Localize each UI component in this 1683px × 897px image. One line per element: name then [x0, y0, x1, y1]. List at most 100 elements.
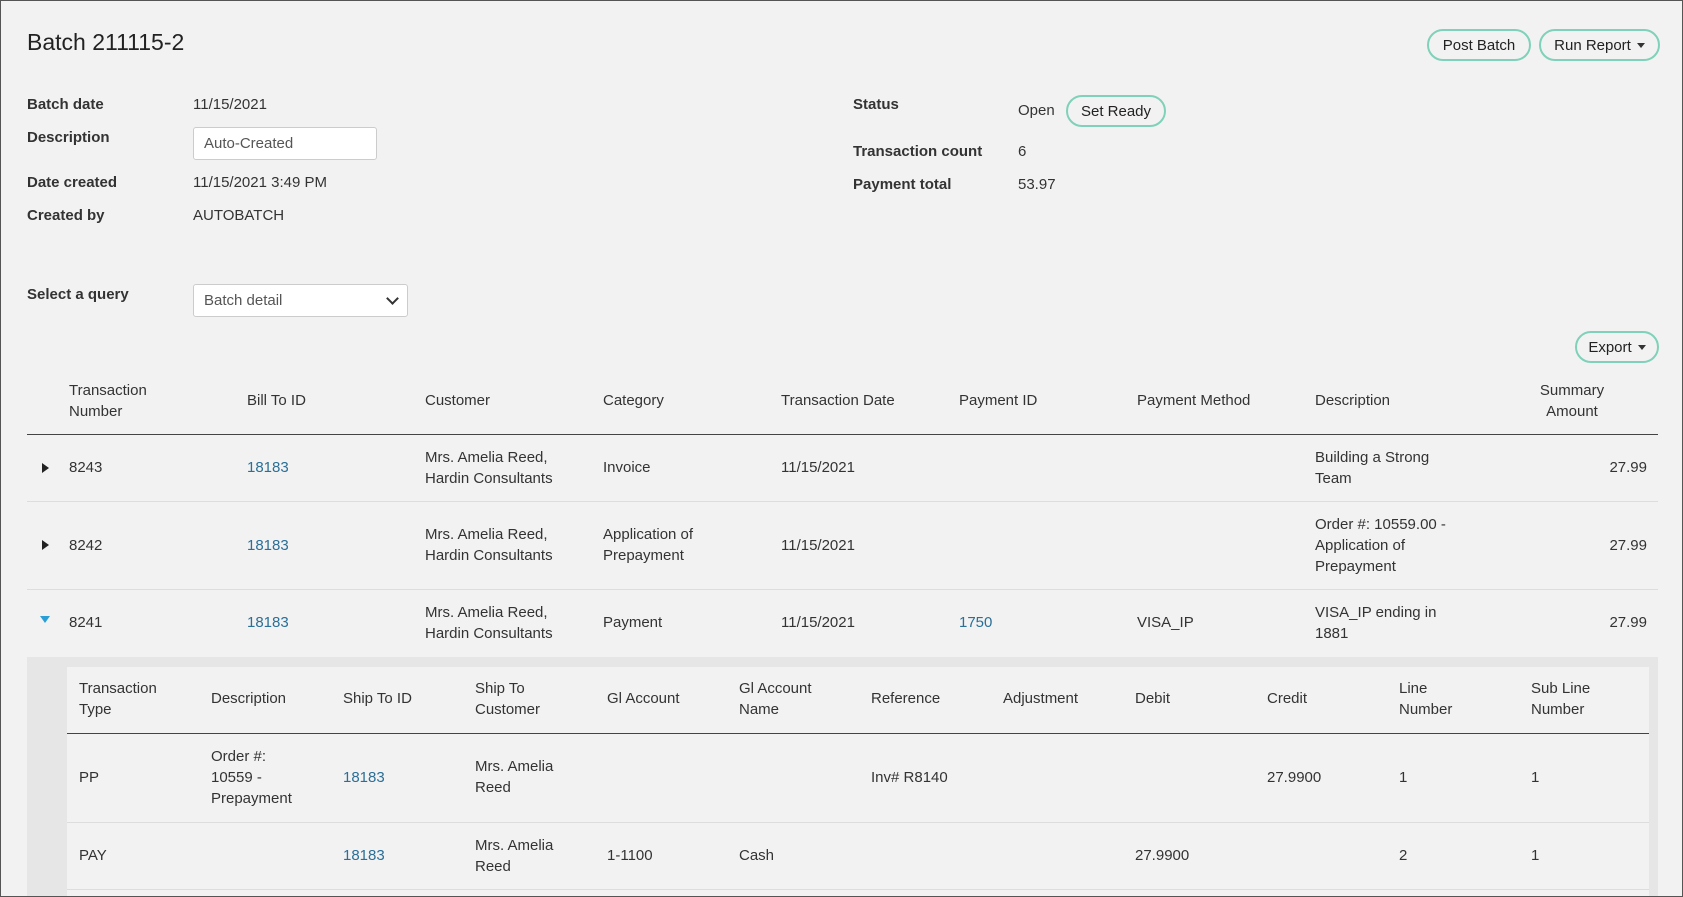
ship-to-link[interactable]: 18183 — [343, 767, 385, 788]
cell-description: Order #: 10559 - Prepayment — [211, 748, 292, 807]
cell-category: Invoice — [603, 459, 651, 476]
caret-down-icon — [1636, 42, 1645, 48]
chevron-down-icon — [386, 292, 399, 305]
header-description[interactable]: Description — [211, 688, 286, 709]
header-adjustment[interactable]: Adjustment — [1003, 688, 1078, 709]
app-window: Batch 211115-2 Post Batch Run Report Bat… — [0, 0, 1683, 897]
table-row[interactable]: 8241 18183 Mrs. Amelia Reed, Hardin Consu… — [27, 590, 1658, 656]
header-description[interactable]: Description — [1315, 390, 1390, 411]
header-ship-to-id[interactable]: Ship To ID — [343, 688, 412, 709]
header-summary-amount[interactable]: Summary Amount — [1497, 380, 1647, 422]
header-ship-to-customer[interactable]: Ship To Customer — [475, 678, 540, 720]
bill-to-link[interactable]: 18183 — [247, 457, 289, 478]
cell-category: Application of Prepayment — [603, 526, 694, 564]
run-report-button[interactable]: Run Report — [1539, 29, 1660, 61]
cell-payment-method: VISA_IP — [1137, 614, 1194, 631]
bill-to-link[interactable]: 18183 — [247, 612, 289, 633]
created-by-value: AUTOBATCH — [193, 207, 285, 224]
set-ready-label: Set Ready — [1080, 102, 1152, 120]
cell-customer: Mrs. Amelia Reed, Hardin Consultants — [425, 526, 553, 564]
cell-debit: 27.9900 — [1135, 847, 1190, 864]
header-bill-to-id[interactable]: Bill To ID — [247, 390, 306, 411]
cell-credit: 27.9900 — [1267, 769, 1322, 786]
cell-transaction-date: 11/15/2021 — [781, 537, 855, 554]
cell-ship-to-customer: Mrs. Amelia Reed — [475, 758, 554, 796]
header-credit[interactable]: Credit — [1267, 688, 1307, 709]
cell-description: Building a Strong Team — [1315, 449, 1430, 487]
row-detail-panel: Transaction Type Description Ship To ID S… — [27, 657, 1658, 896]
header-customer[interactable]: Customer — [425, 390, 490, 411]
date-created-value: 11/15/2021 3:49 PM — [193, 174, 327, 191]
cell-transaction-date: 11/15/2021 — [781, 459, 855, 476]
header-transaction-number[interactable]: Transaction Number — [69, 380, 147, 422]
cell-transaction-type: PP — [79, 769, 100, 786]
transactions-table: Transaction Number Bill To ID Customer Ca… — [27, 376, 1658, 656]
caret-down-icon — [1637, 344, 1646, 350]
header-sub-line-number[interactable]: Sub Line Number — [1531, 678, 1590, 720]
run-report-label: Run Report — [1554, 36, 1631, 54]
detail-row[interactable]: PAY 18183 Mrs. Amelia Reed 1-1100 Cash 27… — [67, 823, 1649, 890]
cell-gl-account: 1-1100 — [607, 847, 653, 864]
cell-transaction-number: 8243 — [69, 459, 103, 476]
detail-row[interactable]: PP Order #: 10559 - Prepayment 18183 Mrs. … — [67, 734, 1649, 823]
post-batch-label: Post Batch — [1442, 36, 1516, 54]
cell-transaction-type: PAY — [79, 847, 107, 864]
cell-summary-amount: 27.99 — [1609, 459, 1647, 476]
collapse-row-icon[interactable] — [40, 616, 50, 623]
status-label: Status — [853, 96, 899, 113]
payment-total-label: Payment total — [853, 176, 952, 193]
cell-customer: Mrs. Amelia Reed, Hardin Consultants — [425, 449, 553, 487]
header-transaction-type[interactable]: Transaction Type — [79, 678, 157, 720]
cell-transaction-number: 8241 — [69, 614, 103, 631]
batch-date-value: 11/15/2021 — [193, 96, 267, 113]
description-label: Description — [27, 129, 110, 146]
payment-id-link[interactable]: 1750 — [959, 612, 992, 633]
transaction-count-value: 6 — [1018, 143, 1027, 160]
cell-reference: Inv# R8140 — [871, 769, 948, 786]
export-label: Export — [1588, 338, 1632, 356]
header-payment-method[interactable]: Payment Method — [1137, 390, 1250, 411]
cell-customer: Mrs. Amelia Reed, Hardin Consultants — [425, 604, 553, 642]
cell-description: VISA_IP ending in 1881 — [1315, 604, 1437, 642]
header-payment-id[interactable]: Payment ID — [959, 390, 1037, 411]
export-button[interactable]: Export — [1575, 331, 1659, 363]
cell-category: Payment — [603, 614, 663, 631]
header-debit[interactable]: Debit — [1135, 688, 1170, 709]
bill-to-link[interactable]: 18183 — [247, 535, 289, 556]
header-line-number[interactable]: Line Number — [1399, 678, 1452, 720]
table-row[interactable]: 8243 18183 Mrs. Amelia Reed, Hardin Consu… — [27, 435, 1658, 502]
header-gl-account-name[interactable]: Gl Account Name — [739, 678, 812, 720]
post-batch-button[interactable]: Post Batch — [1427, 29, 1531, 61]
description-field[interactable]: Auto-Created — [193, 127, 377, 160]
cell-line-number: 2 — [1399, 847, 1408, 864]
detail-table-header: Transaction Type Description Ship To ID S… — [67, 667, 1649, 734]
cell-description: Order #: 10559.00 - Application of Prepaym… — [1315, 516, 1446, 575]
header-category[interactable]: Category — [603, 390, 664, 411]
page-title: Batch 211115-2 — [27, 29, 185, 55]
payment-total-value: 53.97 — [1018, 176, 1056, 193]
header-reference[interactable]: Reference — [871, 688, 940, 709]
table-row[interactable]: 8242 18183 Mrs. Amelia Reed, Hardin Consu… — [27, 502, 1658, 590]
cell-transaction-date: 11/15/2021 — [781, 614, 855, 631]
ship-to-link[interactable]: 18183 — [343, 845, 385, 866]
cell-transaction-number: 8242 — [69, 537, 103, 554]
query-select[interactable]: Batch detail — [193, 284, 408, 317]
transaction-count-label: Transaction count — [853, 143, 983, 160]
cell-line-number: 1 — [1399, 769, 1408, 786]
description-field-value: Auto-Created — [204, 135, 294, 152]
cell-summary-amount: 27.99 — [1609, 537, 1647, 554]
date-created-label: Date created — [27, 174, 118, 191]
select-query-label: Select a query — [27, 286, 129, 303]
header-gl-account[interactable]: Gl Account — [607, 688, 680, 709]
cell-summary-amount: 27.99 — [1609, 614, 1647, 631]
expand-row-icon[interactable] — [42, 463, 49, 473]
expand-row-icon[interactable] — [42, 540, 49, 550]
cell-sub-line-number: 1 — [1531, 769, 1540, 786]
header-transaction-date[interactable]: Transaction Date — [781, 390, 895, 411]
created-by-label: Created by — [27, 207, 105, 224]
status-value: Open — [1018, 102, 1055, 119]
cell-ship-to-customer: Mrs. Amelia Reed — [475, 837, 554, 875]
table-header: Transaction Number Bill To ID Customer Ca… — [27, 376, 1658, 435]
set-ready-button[interactable]: Set Ready — [1066, 95, 1166, 127]
cell-sub-line-number: 1 — [1531, 847, 1540, 864]
